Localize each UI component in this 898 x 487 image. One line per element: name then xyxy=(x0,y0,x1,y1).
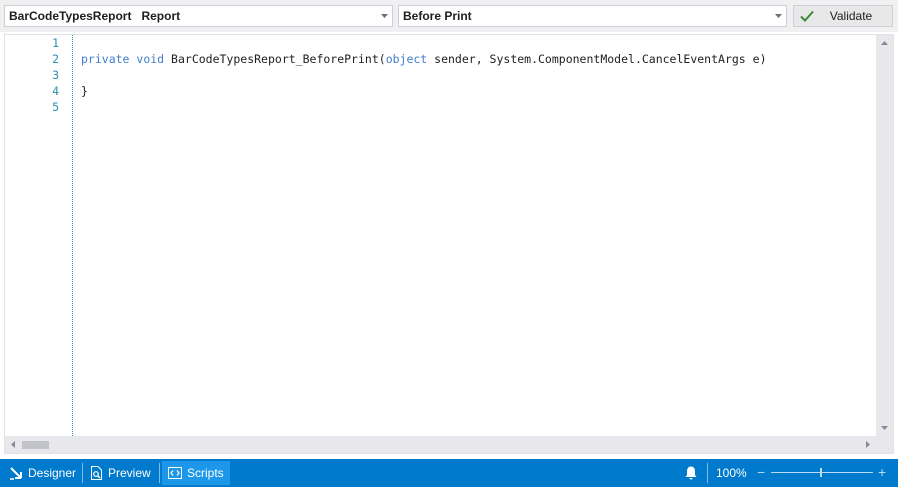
scripts-icon xyxy=(168,467,182,479)
bell-icon[interactable] xyxy=(683,465,699,481)
keyword: private xyxy=(81,52,130,66)
line-number-gutter: 1 2 3 4 5 xyxy=(5,35,72,436)
tab-scripts[interactable]: Scripts xyxy=(162,461,230,485)
line-number: 5 xyxy=(52,100,59,114)
scroll-left-icon[interactable] xyxy=(5,436,21,453)
code-area[interactable]: private void BarCodeTypesReport_BeforePr… xyxy=(81,35,875,436)
toolbar: BarCodeTypesReport Report Before Print V… xyxy=(0,0,898,32)
vertical-scrollbar[interactable] xyxy=(876,35,893,436)
zoom-level: 100% xyxy=(716,466,747,480)
event-selector-combo[interactable]: Before Print xyxy=(398,5,787,27)
status-separator xyxy=(707,463,708,483)
tab-separator xyxy=(159,463,160,483)
status-bar: Designer Preview Scripts 100% − + xyxy=(0,459,898,487)
horizontal-scroll-thumb[interactable] xyxy=(22,441,49,449)
code-line[interactable]: private void BarCodeTypesReport_BeforePr… xyxy=(81,51,767,67)
tab-preview[interactable]: Preview xyxy=(84,461,157,485)
zoom-in-button[interactable]: + xyxy=(878,463,890,481)
keyword: void xyxy=(136,52,165,66)
object-selector-value: BarCodeTypesReport Report xyxy=(9,9,181,23)
event-selector-value: Before Print xyxy=(403,9,472,23)
chevron-down-icon[interactable] xyxy=(770,6,786,26)
zoom-slider-track[interactable] xyxy=(771,472,873,473)
line-number: 2 xyxy=(52,52,59,66)
scroll-down-icon[interactable] xyxy=(876,420,893,436)
zoom-out-button[interactable]: − xyxy=(757,463,767,481)
zoom-slider-thumb[interactable] xyxy=(820,468,822,477)
tab-designer[interactable]: Designer xyxy=(3,461,82,485)
tab-separator xyxy=(82,463,83,483)
script-editor[interactable]: 1 2 3 4 5 private void BarCodeTypesRepor… xyxy=(4,34,894,454)
check-icon xyxy=(796,10,818,22)
designer-icon xyxy=(9,466,23,480)
code-line[interactable]: } xyxy=(81,83,88,99)
line-number: 4 xyxy=(52,84,59,98)
scrollbar-corner xyxy=(876,436,893,453)
scroll-right-icon[interactable] xyxy=(860,436,876,453)
method-params: sender, System.ComponentModel.CancelEven… xyxy=(427,52,767,66)
scroll-up-icon[interactable] xyxy=(876,35,893,51)
line-number: 3 xyxy=(52,68,59,82)
tab-preview-label: Preview xyxy=(108,466,151,480)
chevron-down-icon[interactable] xyxy=(376,6,392,26)
keyword: object xyxy=(385,52,428,66)
object-selector-combo[interactable]: BarCodeTypesReport Report xyxy=(4,5,393,27)
line-number: 1 xyxy=(52,36,59,50)
horizontal-scrollbar[interactable] xyxy=(5,436,876,453)
preview-icon xyxy=(90,466,103,480)
validate-button-label: Validate xyxy=(829,9,873,23)
tab-designer-label: Designer xyxy=(28,466,77,480)
gutter-divider xyxy=(72,35,73,436)
method-name: BarCodeTypesReport_BeforePrint( xyxy=(171,52,386,66)
validate-button[interactable]: Validate xyxy=(793,5,893,27)
tab-scripts-label: Scripts xyxy=(187,466,224,480)
